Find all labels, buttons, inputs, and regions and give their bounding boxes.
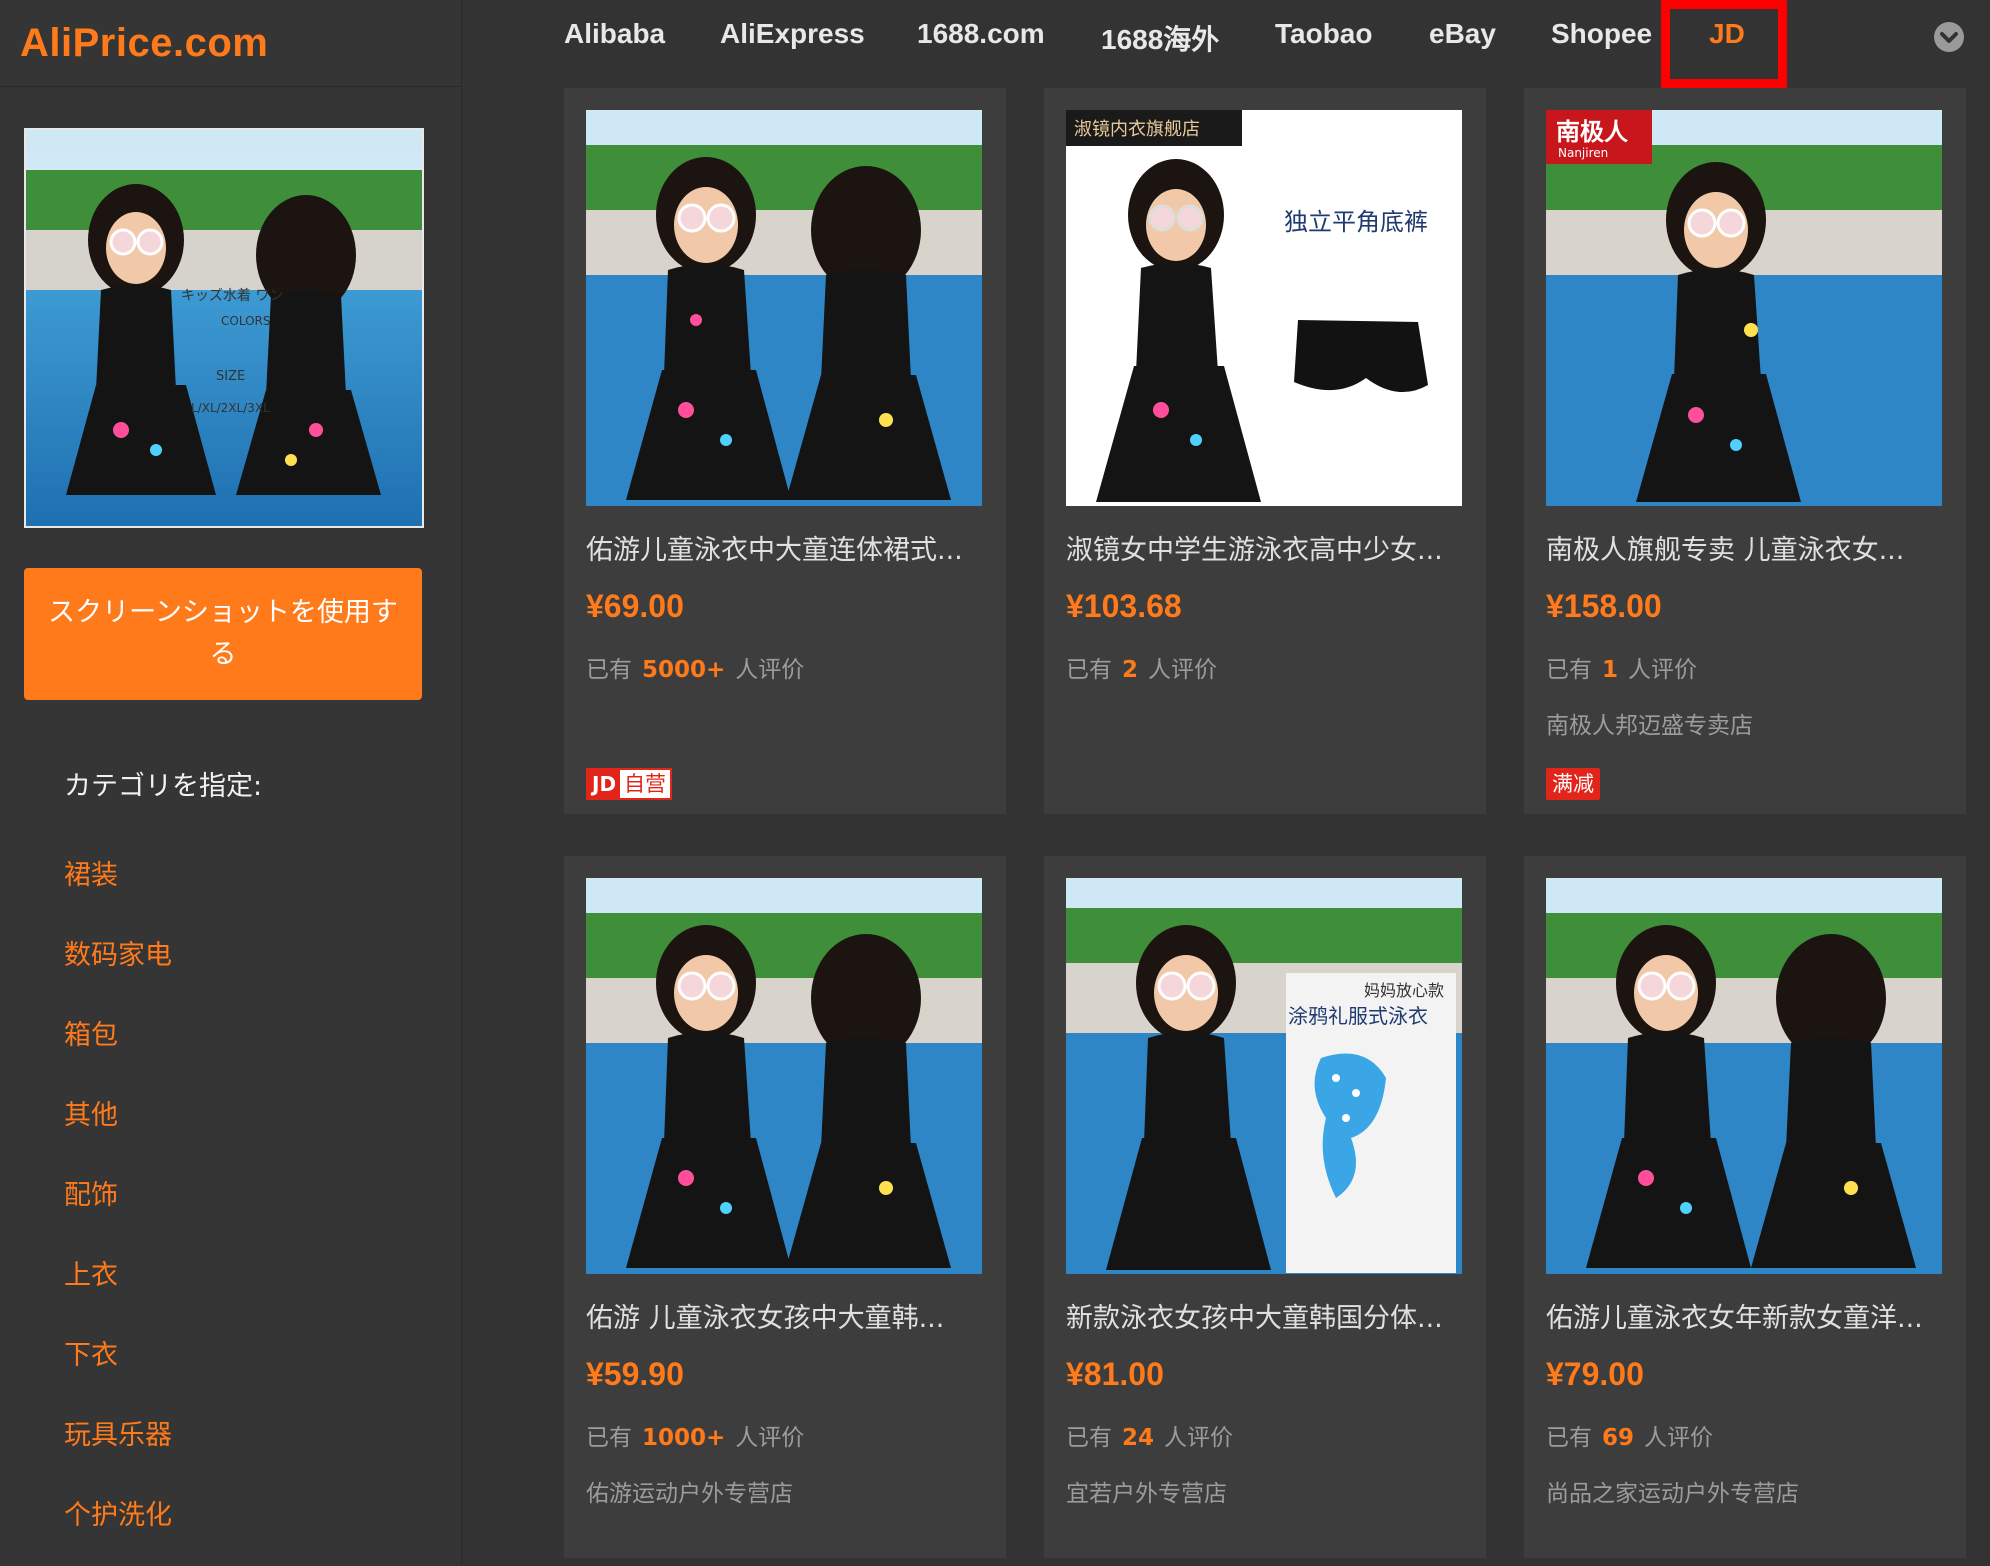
category-item[interactable]: 其他 [64, 1092, 172, 1172]
category-item[interactable]: 上衣 [64, 1252, 172, 1332]
product-photo [1546, 878, 1942, 1274]
use-screenshot-button[interactable]: スクリーンショットを使用する [24, 568, 422, 700]
product-price: ¥158.00 [1546, 588, 1662, 624]
preview-text-3: SIZE [216, 369, 245, 384]
category-item[interactable]: 个护洗化 [64, 1492, 172, 1566]
reviews-count: 5000+ [642, 657, 726, 683]
reviews-prefix: 已有 [586, 657, 632, 683]
reviews-suffix: 人评价 [735, 1425, 805, 1451]
product-image[interactable]: 妈妈放心款 涂鸦礼服式泳衣 [1066, 878, 1462, 1274]
product-image[interactable] [1546, 878, 1942, 1274]
jd-highlight-box [1661, 0, 1787, 88]
product-card[interactable]: 妈妈放心款 涂鸦礼服式泳衣 新款泳衣女孩中大童韩国分体... ¥81.00 已有… [1044, 856, 1486, 1558]
product-image[interactable]: 南极人 Nanjiren [1546, 110, 1942, 506]
product-image[interactable] [586, 878, 982, 1274]
preview-text-4: L/XL/2XL/3XL [191, 401, 270, 415]
preview-text-2: COLORS [221, 314, 270, 328]
reviews-count: 69 [1602, 1425, 1635, 1451]
product-image[interactable]: 淑镜内衣旗舰店 独立平角底裤 [1066, 110, 1462, 506]
product-price: ¥81.00 [1066, 1356, 1164, 1392]
product-reviews: 已有 24 人评价 [1066, 1418, 1233, 1452]
store-name[interactable]: 尚品之家运动户外专营店 [1546, 1474, 1799, 1508]
store-name[interactable]: 南极人邦迈盛专卖店 [1546, 706, 1753, 740]
store-name[interactable]: 佑游运动户外专营店 [586, 1474, 793, 1508]
nav-tab-taobao[interactable]: Taobao [1275, 18, 1372, 50]
product-title[interactable]: 新款泳衣女孩中大童韩国分体... [1066, 1296, 1466, 1335]
product-image[interactable] [586, 110, 982, 506]
preview-text-1: キッズ水着 ワン [181, 288, 283, 304]
product-photo [586, 878, 982, 1274]
category-item[interactable]: 裙装 [64, 852, 172, 932]
reviews-suffix: 人评价 [1164, 1425, 1234, 1451]
reviews-prefix: 已有 [1546, 657, 1592, 683]
category-title: カテゴリを指定: [64, 771, 263, 802]
product-card[interactable]: 佑游儿童泳衣中大童连体裙式... ¥69.00 已有 5000+ 人评价 JD 自营 [564, 88, 1006, 814]
discount-badge: 满减 [1546, 768, 1600, 800]
nav-tab-1688[interactable]: 1688.com [917, 18, 1045, 50]
nav-tab-ebay[interactable]: eBay [1429, 18, 1496, 50]
brand-logo-subtext: Nanjiren [1558, 146, 1608, 160]
product-reviews: 已有 69 人评价 [1546, 1418, 1713, 1452]
product-card[interactable]: 佑游 儿童泳衣女孩中大童韩... ¥59.90 已有 1000+ 人评价 佑游运动户… [564, 856, 1006, 1558]
reviews-prefix: 已有 [1066, 1425, 1112, 1451]
reviews-count: 1000+ [642, 1425, 726, 1451]
product-title[interactable]: 佑游儿童泳衣中大童连体裙式... [586, 528, 986, 567]
category-item[interactable]: 玩具乐器 [64, 1412, 172, 1492]
nav-tab-1688-overseas[interactable]: 1688海外 [1101, 18, 1219, 58]
product-photo: 淑镜内衣旗舰店 独立平角底裤 [1066, 110, 1462, 506]
product-reviews: 已有 2 人评价 [1066, 650, 1217, 684]
category-list: 裙装 数码家电 箱包 其他 配饰 上衣 下衣 玩具乐器 个护洗化 [64, 852, 172, 1566]
logo-bar: AliPrice.com [0, 0, 461, 87]
reviews-prefix: 已有 [1066, 657, 1112, 683]
jd-badge-text: 自营 [620, 770, 671, 798]
product-photo [586, 110, 982, 506]
nav-tab-aliexpress[interactable]: AliExpress [720, 18, 865, 50]
jd-badge-logo: JD [588, 770, 621, 798]
product-photo: 妈妈放心款 涂鸦礼服式泳衣 [1066, 878, 1462, 1274]
product-photo: 南极人 Nanjiren [1546, 110, 1942, 506]
product-price: ¥69.00 [586, 588, 684, 624]
category-item[interactable]: 配饰 [64, 1172, 172, 1252]
jd-self-operated-badge: JD 自营 [586, 768, 673, 800]
product-title[interactable]: 淑镜女中学生游泳衣高中少女... [1066, 528, 1466, 567]
product-reviews: 已有 1000+ 人评价 [586, 1418, 804, 1452]
image-tag-2: 涂鸦礼服式泳衣 [1288, 1004, 1428, 1028]
product-price: ¥79.00 [1546, 1356, 1644, 1392]
category-item[interactable]: 箱包 [64, 1012, 172, 1092]
reviews-suffix: 人评价 [1148, 657, 1218, 683]
product-title[interactable]: 南极人旗舰专卖 儿童泳衣女... [1546, 528, 1946, 567]
reviews-count: 2 [1122, 657, 1139, 683]
product-reviews: 已有 1 人评价 [1546, 650, 1697, 684]
preview-image: キッズ水着 ワン COLORS SIZE L/XL/2XL/3XL [26, 130, 422, 526]
shop-banner-text: 淑镜内衣旗舰店 [1074, 119, 1200, 140]
chevron-down-glyph [1940, 32, 1958, 43]
product-reviews: 已有 5000+ 人评价 [586, 650, 804, 684]
image-tag-1: 妈妈放心款 [1364, 981, 1444, 1000]
product-card[interactable]: 南极人 Nanjiren 南极人旗舰专卖 儿童泳衣女... ¥158.00 已有… [1524, 88, 1966, 814]
reviews-suffix: 人评价 [735, 657, 805, 683]
nav-tab-shopee[interactable]: Shopee [1551, 18, 1652, 50]
product-card[interactable]: 淑镜内衣旗舰店 独立平角底裤 淑镜女中学生游泳衣高中少女... ¥103.68 … [1044, 88, 1486, 814]
reviews-count: 1 [1602, 657, 1619, 683]
reviews-prefix: 已有 [1546, 1425, 1592, 1451]
reviews-prefix: 已有 [586, 1425, 632, 1451]
product-title[interactable]: 佑游 儿童泳衣女孩中大童韩... [586, 1296, 986, 1335]
image-caption: 独立平角底裤 [1284, 208, 1428, 236]
chevron-down-icon[interactable] [1934, 22, 1964, 52]
product-card[interactable]: 佑游儿童泳衣女年新款女童洋... ¥79.00 已有 69 人评价 尚品之家运动户外… [1524, 856, 1966, 1558]
store-name[interactable]: 宜若户外专营店 [1066, 1474, 1227, 1508]
product-price: ¥103.68 [1066, 588, 1182, 624]
reviews-suffix: 人评价 [1644, 1425, 1714, 1451]
screenshot-preview: キッズ水着 ワン COLORS SIZE L/XL/2XL/3XL [24, 128, 424, 528]
reviews-count: 24 [1122, 1425, 1155, 1451]
product-price: ¥59.90 [586, 1356, 684, 1392]
category-item[interactable]: 数码家电 [64, 932, 172, 1012]
category-item[interactable]: 下衣 [64, 1332, 172, 1412]
product-title[interactable]: 佑游儿童泳衣女年新款女童洋... [1546, 1296, 1946, 1335]
brand-logo-text: 南极人 [1556, 118, 1628, 146]
nav-tab-alibaba[interactable]: Alibaba [564, 18, 665, 50]
reviews-suffix: 人评价 [1628, 657, 1698, 683]
logo[interactable]: AliPrice.com [20, 21, 268, 66]
sidebar: AliPrice.com キッズ水着 ワン COLORS SIZE L/XL/2… [0, 0, 462, 1566]
